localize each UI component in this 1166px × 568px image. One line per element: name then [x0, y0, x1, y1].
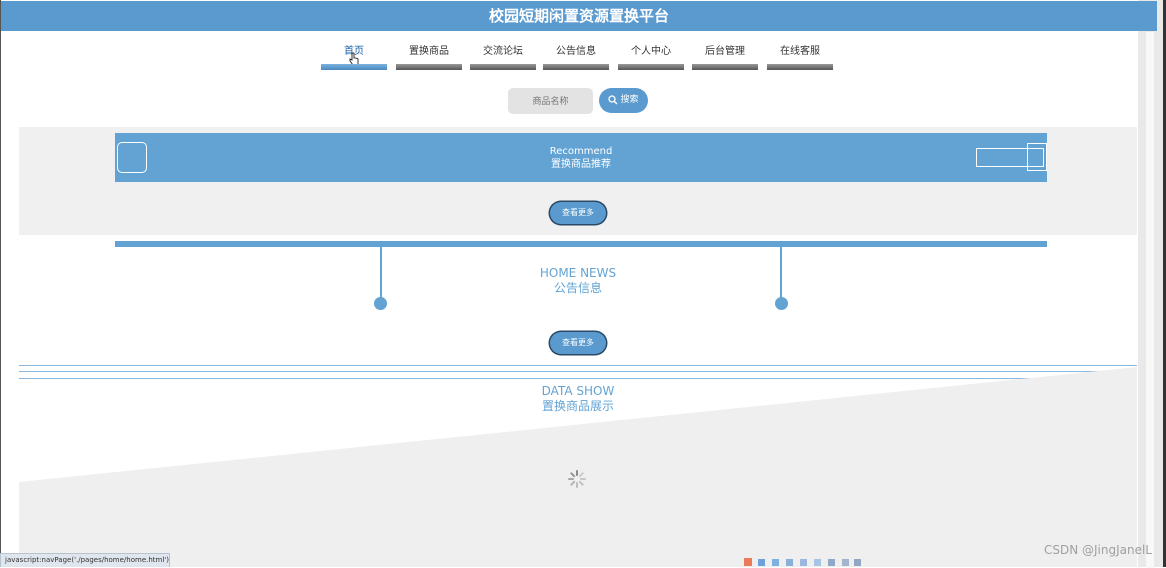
- news-more-button[interactable]: 查看更多: [550, 332, 606, 354]
- nav-item-label: 个人中心: [631, 46, 671, 57]
- recommend-title-en: Recommend: [549, 146, 613, 157]
- nav-item-label: 置换商品: [409, 46, 449, 57]
- news-title-cn: 公告信息: [553, 281, 602, 295]
- recommend-section: Recommend 置换商品推荐 查看更多: [19, 127, 1137, 235]
- browser-status-bar: javascript:navPage('./pages/home/home.ht…: [0, 553, 170, 567]
- main-nav: 首页 置换商品 交流论坛 公告信息 个人中心 后台管理 在线客服: [321, 42, 841, 72]
- nav-item-notice[interactable]: 公告信息: [543, 42, 609, 70]
- data-show-title-cn: 置换商品展示: [541, 399, 614, 413]
- nav-item-profile[interactable]: 个人中心: [618, 42, 684, 70]
- nav-item-underline: [692, 64, 758, 70]
- page-header-title: 校园短期闲置资源置换平台: [1, 1, 1157, 31]
- search-input[interactable]: [508, 88, 593, 114]
- recommend-more-button[interactable]: 查看更多: [550, 202, 606, 224]
- banner-decoration-box: [117, 142, 147, 173]
- search-icon: [608, 94, 618, 104]
- nav-item-underline: [470, 64, 536, 70]
- nav-item-label: 交流论坛: [483, 46, 523, 57]
- nav-item-label: 在线客服: [780, 46, 820, 57]
- scrollbar-thumb[interactable]: [1146, 32, 1154, 568]
- search-button[interactable]: 搜索: [599, 88, 648, 113]
- news-heading: HOME NEWS 公告信息: [450, 266, 706, 297]
- recommend-title-cn: 置换商品推荐: [551, 159, 611, 170]
- nav-item-goods[interactable]: 置换商品: [396, 42, 462, 70]
- section-divider: [19, 365, 1137, 366]
- nav-item-home[interactable]: 首页: [321, 42, 387, 70]
- nav-item-admin[interactable]: 后台管理: [692, 42, 758, 70]
- search-button-label: 搜索: [620, 95, 639, 105]
- news-title-en: HOME NEWS: [539, 266, 617, 280]
- nav-item-underline: [543, 64, 609, 70]
- nav-item-underline: [767, 64, 833, 70]
- nav-item-label: 后台管理: [705, 46, 745, 57]
- news-stem-left: [380, 247, 382, 299]
- window-border-left: [0, 0, 1, 567]
- data-show-title-en: DATA SHOW: [541, 384, 615, 398]
- news-dot-right: [775, 297, 788, 310]
- news-stem-right: [780, 247, 782, 299]
- csdn-watermark: CSDN @JingJanelL: [1043, 543, 1152, 557]
- nav-item-underline: [618, 64, 684, 70]
- nav-item-support[interactable]: 在线客服: [767, 42, 833, 70]
- nav-item-forum[interactable]: 交流论坛: [470, 42, 536, 70]
- data-show-heading: DATA SHOW 置换商品展示: [450, 384, 706, 415]
- vertical-scrollbar[interactable]: [1138, 0, 1163, 568]
- news-dot-left: [374, 297, 387, 310]
- banner-decoration-rect: [1027, 143, 1047, 171]
- nav-item-underline: [321, 64, 387, 70]
- news-top-bar: [115, 241, 1047, 247]
- recommend-banner: Recommend 置换商品推荐: [115, 133, 1047, 182]
- system-tray-icons: [744, 558, 861, 566]
- nav-item-label: 公告信息: [556, 46, 596, 57]
- nav-item-underline: [396, 64, 462, 70]
- spinner-icon: [568, 470, 586, 488]
